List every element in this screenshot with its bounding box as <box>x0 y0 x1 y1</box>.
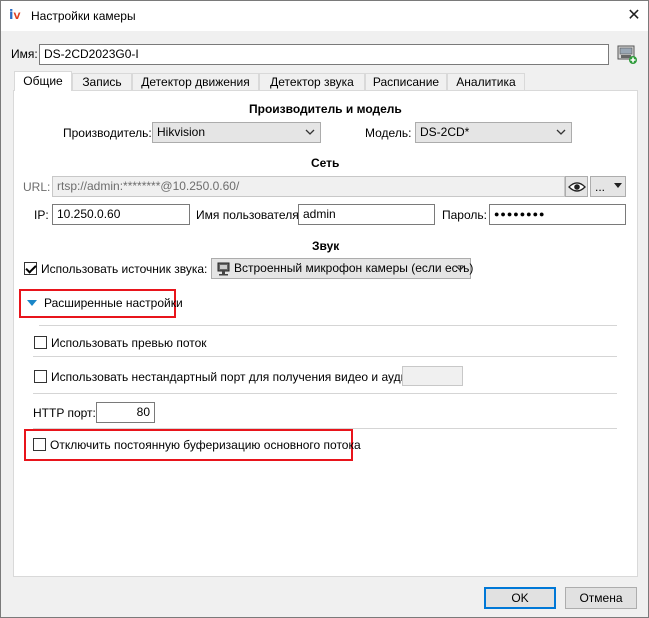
tab-sound-detector[interactable]: Детектор звука <box>259 73 365 91</box>
tab-general[interactable]: Общие <box>14 71 72 91</box>
model-value: DS-2CD* <box>420 125 470 139</box>
use-preview-stream-checkbox[interactable] <box>34 336 47 349</box>
name-label: Имя: <box>11 47 38 61</box>
manufacturer-select[interactable]: Hikvision <box>152 122 321 143</box>
ip-label: IP: <box>34 208 49 222</box>
name-field[interactable]: DS-2CD2023G0-I <box>39 44 609 65</box>
disable-buffering-checkbox[interactable] <box>33 438 46 451</box>
tab-recording[interactable]: Запись <box>72 73 132 91</box>
disable-buffering-label: Отключить постоянную буферизацию основно… <box>50 438 361 452</box>
expand-triangle-icon[interactable] <box>26 297 38 309</box>
manufacturer-value: Hikvision <box>157 125 206 139</box>
use-sound-source-checkbox[interactable] <box>24 262 37 275</box>
sound-source-select[interactable]: Встроенный микрофон камеры (если есть) <box>211 258 474 279</box>
window-title: Настройки камеры <box>31 9 136 23</box>
chevron-down-icon <box>556 129 566 135</box>
url-field[interactable]: rtsp://admin:********@10.250.0.60/ <box>52 176 565 197</box>
vendor-section-title: Производитель и модель <box>249 102 402 116</box>
chevron-down-icon <box>305 129 315 135</box>
ip-field[interactable]: 10.250.0.60 <box>52 204 190 225</box>
camera-settings-dialog: iV Настройки камеры ✕ Имя: DS-2CD2023G0-… <box>0 0 649 618</box>
ok-button[interactable]: OK <box>484 587 556 609</box>
password-label: Пароль: <box>442 208 487 222</box>
network-section-title: Сеть <box>311 156 340 170</box>
use-sound-source-label: Использовать источник звука: <box>41 262 208 276</box>
close-icon[interactable]: ✕ <box>621 4 647 28</box>
cancel-button[interactable]: Отмена <box>565 587 637 609</box>
url-label: URL: <box>23 180 51 194</box>
title-bar: iV Настройки камеры ✕ <box>1 1 648 31</box>
nonstandard-port-field[interactable] <box>402 366 463 386</box>
username-field[interactable]: admin <box>298 204 435 225</box>
http-port-label: HTTP порт: <box>33 406 96 420</box>
password-field[interactable]: ●●●●●●●● <box>489 204 626 225</box>
tab-schedule[interactable]: Расписание <box>365 73 447 91</box>
sound-section-title: Звук <box>312 239 340 253</box>
eye-icon <box>567 182 586 192</box>
sound-source-value: Встроенный микрофон камеры (если есть) <box>234 261 474 275</box>
use-preview-stream-label: Использовать превью поток <box>51 336 207 350</box>
caret-down-icon <box>614 183 622 188</box>
app-logo-icon: iV <box>9 8 21 23</box>
http-port-field[interactable]: 80 <box>96 402 155 423</box>
more-label: ... <box>595 180 606 194</box>
save-camera-icon[interactable] <box>616 43 638 65</box>
url-more-button[interactable]: ... <box>590 176 626 197</box>
divider <box>33 356 617 357</box>
username-label: Имя пользователя: <box>196 208 303 222</box>
advanced-divider <box>39 325 617 326</box>
tab-motion-detector[interactable]: Детектор движения <box>132 73 259 91</box>
nonstandard-port-checkbox[interactable] <box>34 370 47 383</box>
tab-analytics[interactable]: Аналитика <box>447 73 525 91</box>
camera-microphone-icon <box>217 262 230 276</box>
model-select[interactable]: DS-2CD* <box>415 122 572 143</box>
manufacturer-label: Производитель: <box>63 126 152 140</box>
advanced-settings-toggle[interactable]: Расширенные настройки <box>44 296 183 310</box>
divider <box>33 393 617 394</box>
show-password-button[interactable] <box>565 176 588 197</box>
chevron-down-icon <box>455 265 465 271</box>
nonstandard-port-label: Использовать нестандартный порт для полу… <box>51 370 418 384</box>
model-label: Модель: <box>365 126 412 140</box>
